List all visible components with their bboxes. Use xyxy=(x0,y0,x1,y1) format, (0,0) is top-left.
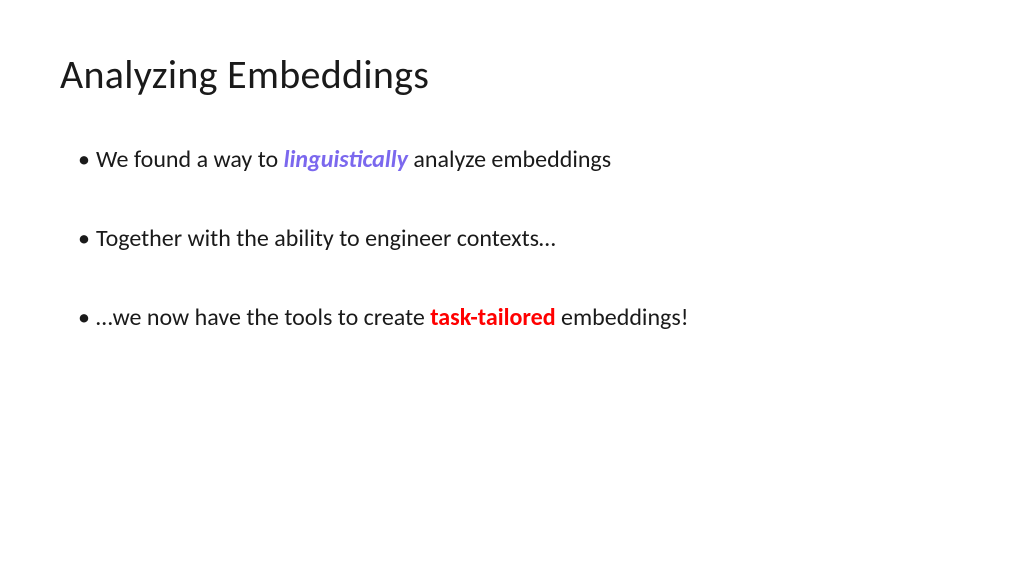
list-item: …we now have the tools to create task-ta… xyxy=(78,302,964,333)
slide-title: Analyzing Embeddings xyxy=(60,50,964,99)
bullet-text-pre: Together with the ability to engineer co… xyxy=(96,224,556,253)
bullet-text-pre: …we now have the tools to create xyxy=(96,303,430,332)
bullet-emphasis: linguistically xyxy=(284,145,408,174)
bullet-text-post: embeddings! xyxy=(556,303,689,332)
bullet-text-pre: We found a way to xyxy=(96,145,284,174)
list-item: Together with the ability to engineer co… xyxy=(78,223,964,254)
list-item: We found a way to linguistically analyze… xyxy=(78,144,964,175)
bullet-list: We found a way to linguistically analyze… xyxy=(60,144,964,334)
bullet-text-post: analyze embeddings xyxy=(408,145,611,174)
bullet-emphasis: task-tailored xyxy=(430,303,555,332)
